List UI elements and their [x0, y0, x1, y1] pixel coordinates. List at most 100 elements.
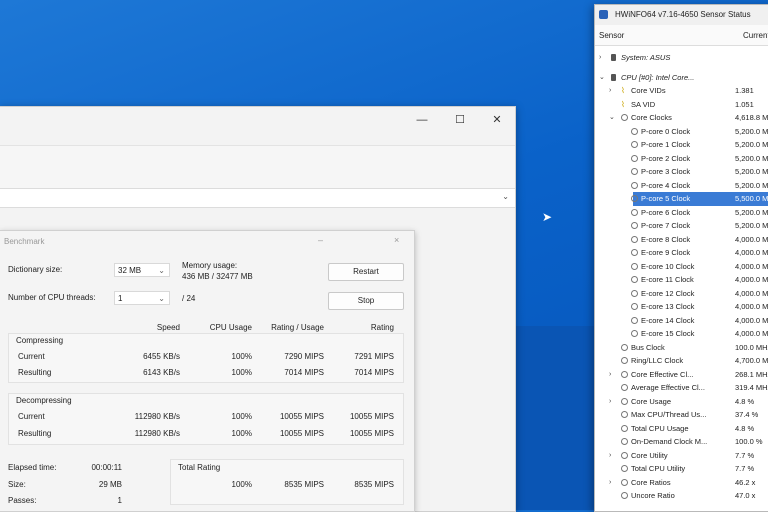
dictionary-size-label: Dictionary size:	[8, 265, 63, 274]
sensor-row[interactable]: Average Effective Cl... 319.4 MHz	[595, 381, 768, 395]
sensor-row[interactable]: E-core 8 Clock 4,000.0 MHz	[595, 233, 768, 247]
sensor-row[interactable]: › Core Utility 7.7 %	[595, 449, 768, 463]
sensor-row[interactable]: Max CPU/Thread Us... 37.4 %	[595, 408, 768, 422]
sensor-row[interactable]: P-core 0 Clock 5,200.0 MHz	[595, 125, 768, 139]
sensor-row[interactable]: ⌄ CPU [#0]: Intel Core...	[595, 71, 768, 85]
close-icon[interactable]: ✕	[487, 113, 507, 127]
hwinfo-window[interactable]: HWiNFO64 v7.16-4650 Sensor Status Sensor…	[594, 4, 768, 512]
chevron-right-icon[interactable]: ›	[609, 449, 611, 463]
sensor-row[interactable]: E-core 10 Clock 4,000.0 MHz	[595, 260, 768, 274]
sensor-row[interactable]: › Core Ratios 46.2 x	[595, 476, 768, 490]
table-cell: 6455 KB/s	[143, 352, 180, 361]
clock-icon	[621, 411, 628, 418]
sensor-row[interactable]: P-core 7 Clock 5,200.0 MHz	[595, 219, 768, 233]
sensor-name: Uncore Ratio	[631, 491, 675, 500]
close-icon[interactable]: ×	[394, 235, 399, 245]
sensor-row[interactable]: P-core 5 Clock 5,500.0 MHz	[595, 192, 768, 206]
sensor-name: Average Effective Cl...	[631, 383, 705, 392]
sensor-name: P-core 6 Clock	[641, 207, 691, 217]
sensor-row[interactable]: E-core 12 Clock 4,000.0 MHz	[595, 287, 768, 301]
col-sensor[interactable]: Sensor	[599, 31, 624, 40]
sensor-value: 1.381	[735, 86, 754, 95]
chevron-right-icon[interactable]: ›	[609, 476, 611, 490]
sensor-row[interactable]: ⌇ SA VID 1.051	[595, 98, 768, 112]
elapsed-time-label: Elapsed time:	[8, 463, 57, 472]
sensor-row[interactable]: P-core 3 Clock 5,200.0 MHz	[595, 165, 768, 179]
col-current[interactable]: Current	[743, 31, 768, 40]
chevron-down-icon[interactable]: ⌄	[502, 192, 509, 201]
chevron-down-icon[interactable]: ⌄	[599, 71, 605, 85]
memory-usage-label: Memory usage:	[182, 261, 238, 270]
clock-icon	[631, 208, 638, 216]
sensor-row[interactable]: › System: ASUS	[595, 51, 768, 65]
sensor-name: P-core 5 Clock	[641, 192, 691, 206]
sensor-name: E-core 12 Clock	[641, 288, 695, 298]
sensor-name: Core Utility	[631, 450, 668, 460]
sensor-row[interactable]: E-core 9 Clock 4,000.0 MHz	[595, 246, 768, 260]
sensor-row[interactable]: › Core Usage 4.8 %	[595, 395, 768, 409]
hwinfo-titlebar[interactable]: HWiNFO64 v7.16-4650 Sensor Status	[595, 5, 768, 25]
sensor-row[interactable]: P-core 4 Clock 5,200.0 MHz	[595, 179, 768, 193]
clock-icon	[631, 316, 638, 324]
sensor-row[interactable]: P-core 2 Clock 5,200.0 MHz	[595, 152, 768, 166]
sensor-row[interactable]: Ring/LLC Clock 4,700.0 MHz	[595, 354, 768, 368]
sensor-value: 4.8 %	[735, 423, 755, 433]
sensor-row[interactable]: ⌄ Core Clocks 4,618.8 MHz	[595, 111, 768, 125]
benchmark-window[interactable]: Benchmark – × Dictionary size: 32 MB ⌄ M…	[0, 230, 415, 512]
chevron-down-icon[interactable]: ⌄	[609, 111, 615, 125]
sensor-name: Core Effective Cl...	[631, 369, 694, 379]
sensor-row[interactable]: Bus Clock 100.0 MHz	[595, 341, 768, 355]
sensor-name: System: ASUS	[621, 53, 671, 62]
size-label: Size:	[8, 480, 26, 489]
sensor-value: 4,000.0 MHz	[735, 315, 768, 325]
clock-icon	[621, 451, 628, 459]
sensor-name: E-core 14 Clock	[641, 315, 695, 325]
maximize-icon[interactable]: ☐	[450, 113, 470, 127]
sensor-value: 5,200.0 MHz	[735, 180, 768, 190]
sensor-row[interactable]: P-core 6 Clock 5,200.0 MHz	[595, 206, 768, 220]
minimize-icon[interactable]: —	[412, 113, 432, 127]
sensor-row[interactable]: › ⌇ Core VIDs 1.381	[595, 84, 768, 98]
clock-icon	[631, 262, 638, 270]
sensor-value: 37.4 %	[735, 410, 759, 419]
chevron-right-icon[interactable]: ›	[599, 51, 601, 65]
cpu-threads-select[interactable]: 1 ⌄	[114, 291, 170, 305]
sensor-row[interactable]: E-core 13 Clock 4,000.0 MHz	[595, 300, 768, 314]
sensor-name: E-core 11 Clock	[641, 275, 694, 284]
clock-icon	[631, 276, 638, 283]
sensor-row[interactable]: Total CPU Utility 7.7 %	[595, 462, 768, 476]
clock-icon	[621, 114, 628, 121]
sensor-row[interactable]: On-Demand Clock M... 100.0 %	[595, 435, 768, 449]
sensor-name: Core Clocks	[631, 113, 672, 122]
sensor-value: 5,200.0 MHz	[735, 153, 768, 163]
sensor-row[interactable]: E-core 15 Clock 4,000.0 MHz	[595, 327, 768, 341]
passes-value: 1	[117, 496, 122, 505]
address-bar[interactable]: ⌄	[0, 188, 515, 208]
chevron-right-icon[interactable]: ›	[609, 395, 611, 409]
sensor-row[interactable]: P-core 1 Clock 5,200.0 MHz	[595, 138, 768, 152]
chevron-right-icon[interactable]: ›	[609, 84, 611, 98]
sensor-name: P-core 0 Clock	[641, 126, 691, 136]
table-row-label: Resulting	[18, 368, 52, 377]
dictionary-size-value: 32 MB	[118, 266, 142, 275]
sensor-value: 4.8 %	[735, 396, 755, 406]
sensor-value: 7.7 %	[735, 464, 755, 473]
sensor-row[interactable]: E-core 14 Clock 4,000.0 MHz	[595, 314, 768, 328]
stop-button[interactable]: Stop	[328, 292, 404, 310]
restart-button[interactable]: Restart	[328, 263, 404, 281]
sensor-row[interactable]: E-core 11 Clock 4,000.0 MHz	[595, 273, 768, 287]
chevron-right-icon[interactable]: ›	[609, 368, 611, 382]
table-cell: 10055 MIPS	[279, 412, 324, 421]
sensor-row[interactable]: › Core Effective Cl... 268.1 MHz	[595, 368, 768, 382]
clock-icon	[621, 492, 628, 499]
sensor-value: 4,000.0 MHz	[735, 329, 768, 338]
clock-icon	[631, 303, 638, 310]
sensor-row[interactable]: Total CPU Usage 4.8 %	[595, 422, 768, 436]
col-cpu-usage: CPU Usage	[209, 323, 252, 332]
clock-icon	[621, 357, 628, 364]
dictionary-size-select[interactable]: 32 MB ⌄	[114, 263, 170, 277]
explorer-titlebar[interactable]: — ☐ ✕	[0, 107, 515, 145]
clock-icon	[631, 154, 638, 162]
sensor-row[interactable]: Uncore Ratio 47.0 x	[595, 489, 768, 503]
minimize-icon[interactable]: –	[318, 235, 323, 245]
